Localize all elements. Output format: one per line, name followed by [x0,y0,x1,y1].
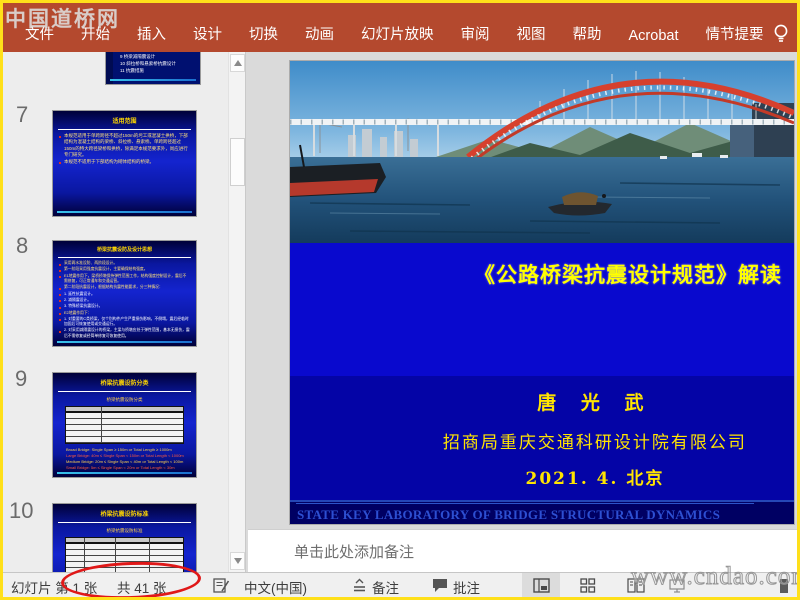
slide-canvas[interactable]: 《公路桥梁抗震设计规范》解读 唐 光 武 招商局重庆交通科研设计院有限公司 20… [290,61,794,524]
status-slide-total: 共 41 张 [117,581,167,596]
thumb-title: 桥梁抗震设防标准 [100,512,149,518]
tab-home[interactable]: 开始 [81,23,110,44]
slide-organization[interactable]: 招商局重庆交通科研设计院有限公司 [416,428,774,453]
tab-slideshow[interactable]: 幻灯片放映 [361,23,434,44]
thumb-table [65,406,184,444]
tab-transitions[interactable]: 切换 [249,23,278,44]
thumb-title: 桥梁抗震设防及设计思想 [96,247,152,253]
notes-placeholder[interactable]: 单击此处添加备注 [248,530,797,562]
thumb-footer-line [110,79,196,81]
arrow-down-icon [233,558,242,564]
scrollbar-thumb[interactable] [230,138,245,186]
thumb-table [65,537,184,572]
slideshow-icon [669,578,685,593]
ribbon-bar: 文件 开始 插入 设计 切换 动画 幻灯片放映 审阅 视图 帮助 Acrobat… [3,3,797,52]
arrow-up-icon [233,60,242,66]
scroll-down-button[interactable] [230,552,245,570]
thumbnail-slide-8[interactable]: 桥梁抗震设防及设计思想 采用两水准设防、两阶段设计。 第一阶段采用强度抗震设计，… [52,240,197,347]
thumb-footer-line [57,211,192,213]
thumb-bullet: E1地震作用下，梁桥桥墩保持弹性范围工作，结构强度控制设计，震后不需修复，可正常… [53,274,196,286]
powerpoint-window: 文件 开始 插入 设计 切换 动画 幻灯片放映 审阅 视图 帮助 Acrobat… [0,0,800,600]
tab-animations[interactable]: 动画 [305,23,334,44]
footer-rule [296,503,754,504]
slide-date-location[interactable]: 2021. 4. 北京 [416,464,774,489]
slide-thumbnail-panel: 9 桥梁减隔震设计 10 斜拉桥和悬索桥抗震设计 11 抗震措施 7 适用范围 … [3,52,246,572]
slide-number-7: 7 [16,102,29,127]
thumb-subtitle: 桥梁抗震设防标准 [106,528,143,533]
tab-file[interactable]: 文件 [25,23,54,44]
tab-storyboard[interactable]: 情节提要 [705,23,763,44]
normal-view-icon [532,577,550,593]
thumb-subtitle: 桥梁抗震设防分类 [106,397,143,402]
view-sorter-button[interactable] [569,573,607,597]
comments-toggle-button[interactable]: 批注 [453,577,480,597]
view-normal-button[interactable] [522,573,560,597]
tab-design[interactable]: 设计 [193,23,222,44]
spell-check-icon[interactable] [213,578,230,593]
notes-pane[interactable]: 单击此处添加备注 [248,529,797,575]
thumbnail-slide-7[interactable]: 适用范围 本规范适用于单跨跨径不超过150m的圬工或混凝土拱桥，下部结构为混凝土… [52,110,197,217]
thumb-divider [58,522,191,523]
slide-footer-text: STATE KEY LABORATORY OF BRIDGE STRUCTURA… [297,507,721,522]
thumb-bullet: 本规范适用于单跨跨径不超过150m的圬工或混凝土拱桥，下部结构为混凝土结构的梁桥… [53,133,196,159]
thumb6-line: 10 斜拉桥和悬索桥抗震设计 [120,60,176,66]
tab-help[interactable]: 帮助 [573,23,602,44]
bridge-photo[interactable] [290,61,794,243]
reading-view-icon [627,577,645,593]
zoom-slider-handle[interactable] [780,579,788,593]
notes-toggle-button[interactable]: 备注 [372,577,399,597]
thumb-footer-line [57,472,192,474]
comments-icon [433,579,447,592]
thumb-note-line: Small Bridge: 5m ≤ Single Span < 20m or … [66,465,175,470]
notes-icon [354,578,365,592]
status-slide-position: 幻灯片 第 1 张 [11,581,98,596]
slide-number-8: 8 [16,233,29,258]
slide-title-block[interactable]: 《公路桥梁抗震设计规范》解读 [290,243,794,376]
tab-insert[interactable]: 插入 [137,23,166,44]
slide-sorter-icon [580,577,596,593]
view-reading-button[interactable] [617,573,655,597]
slide-footer-band: STATE KEY LABORATORY OF BRIDGE STRUCTURA… [290,500,794,524]
thumb-bullet: 1. 对重要的C类桥梁，仅个别构件产生严重损伤影响，不倒塌，震后经临时加固后可恢… [53,317,196,329]
thumb6-line: 9 桥梁减隔震设计 [120,54,156,59]
thumbnail-slide-6-partial[interactable]: 9 桥梁减隔震设计 10 斜拉桥和悬索桥抗震设计 11 抗震措施 [105,52,201,85]
tab-review[interactable]: 审阅 [461,23,490,44]
slide-credit-block[interactable]: 唐 光 武 招商局重庆交通科研设计院有限公司 2021. 4. 北京 [290,376,794,500]
thumb6-line: 11 抗震措施 [120,67,144,73]
tab-view[interactable]: 视图 [517,23,546,44]
thumb-title: 桥梁抗震设防分类 [100,381,149,387]
slide-title-text[interactable]: 《公路桥梁抗震设计规范》解读 [474,259,782,289]
tell-me-lightbulb-icon[interactable] [773,24,789,44]
thumb-footer-line [57,341,192,343]
thumbnail-slide-9[interactable]: 桥梁抗震设防分类 桥梁抗震设防分类 Broad Bridge: Single S… [52,372,197,478]
slide-number-10: 10 [9,498,34,523]
thumb-title: 适用范围 [112,119,137,125]
scroll-up-button[interactable] [230,54,245,72]
thumb-divider [58,391,191,392]
thumbnail-slide-10[interactable]: 桥梁抗震设防标准 桥梁抗震设防标准 [52,503,197,572]
thumb-divider [58,129,191,130]
tab-acrobat[interactable]: Acrobat [629,28,679,44]
thumbnail-scrollbar[interactable] [228,52,245,572]
thumb-bullet: 本规范不适用于下部结构为砌体结构的桥梁。 [53,159,196,166]
status-language[interactable]: 中文(中国) [244,577,307,597]
slide-number-9: 9 [15,366,28,391]
view-slideshow-button[interactable] [658,573,696,597]
status-bar: 幻灯片 第 1 张 共 41 张 中文(中国) 备注 批注 [3,572,797,597]
ribbon-tab-strip: 文件 开始 插入 设计 切换 动画 幻灯片放映 审阅 视图 帮助 Acrobat… [3,3,797,52]
slide-author[interactable]: 唐 光 武 [416,388,774,415]
thumb-bullet: 2. 对采用减隔震设计的桥梁，主梁与桥墩应处于弹性范围，基本无损伤，震后不需修复… [53,328,196,340]
thumb-divider [58,257,191,258]
